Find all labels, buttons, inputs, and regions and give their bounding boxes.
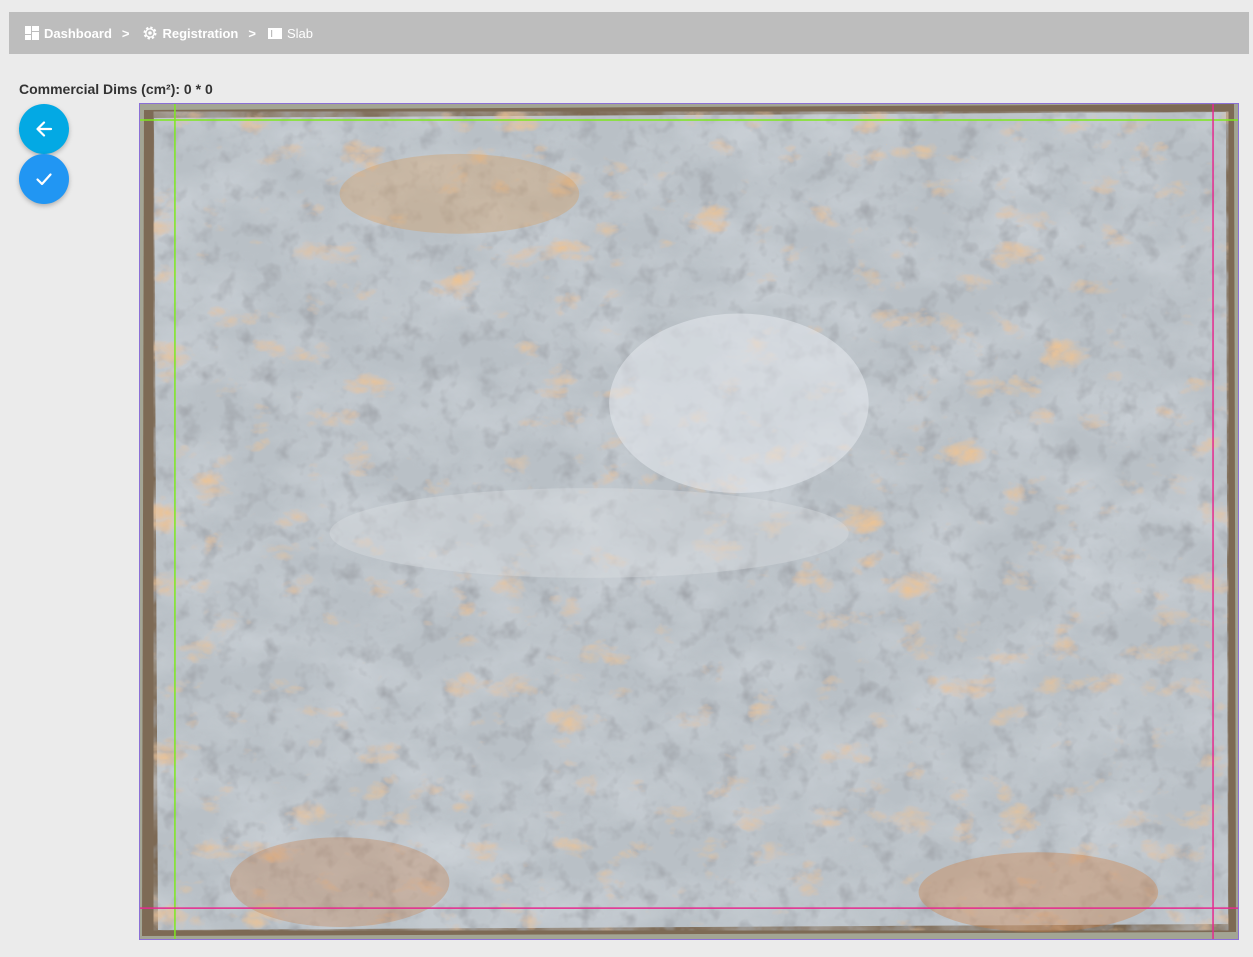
- breadcrumb-item-registration[interactable]: Registration: [142, 25, 239, 41]
- breadcrumb-item-slab[interactable]: Slab: [267, 25, 313, 41]
- breadcrumb-label-slab: Slab: [286, 25, 313, 41]
- breadcrumb: Dashboard > Registration > Slab: [9, 12, 1249, 54]
- dashboard-icon: [25, 26, 39, 40]
- gear-icon: [143, 26, 156, 40]
- slab-icon: [267, 27, 282, 39]
- breadcrumb-item-dashboard[interactable]: Dashboard: [25, 26, 112, 41]
- slab-image-canvas[interactable]: [139, 103, 1239, 940]
- confirm-button[interactable]: [19, 154, 69, 204]
- breadcrumb-label-dashboard: Dashboard: [44, 25, 112, 41]
- back-button[interactable]: [19, 104, 69, 154]
- slab-photo: [140, 104, 1238, 939]
- commercial-dims-label: Commercial Dims (cm²): 0 * 0: [19, 81, 213, 97]
- breadcrumb-separator: >: [248, 25, 256, 41]
- breadcrumb-label-registration: Registration: [162, 25, 239, 41]
- breadcrumb-separator: >: [121, 25, 130, 41]
- check-icon: [36, 173, 52, 186]
- arrow-left-icon: [36, 121, 53, 137]
